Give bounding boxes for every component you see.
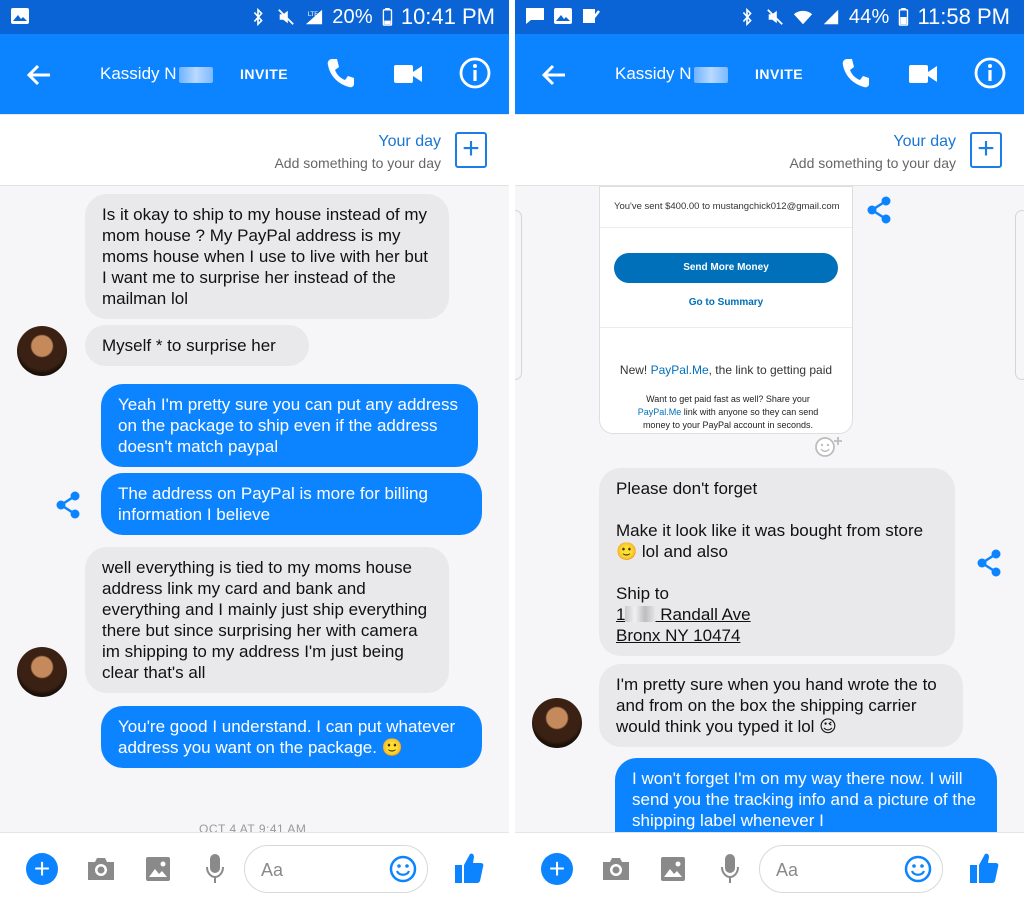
camera-icon[interactable] — [86, 855, 116, 883]
your-day-banner[interactable]: Your day Add something to your day + — [0, 114, 509, 186]
your-day-banner[interactable]: Your day Add something to your day + — [515, 114, 1024, 186]
message-bubble-outgoing[interactable]: Yeah I'm pretty sure you can put any add… — [101, 384, 478, 467]
phone-call-icon[interactable] — [841, 57, 869, 89]
invite-button[interactable]: INVITE — [240, 66, 288, 82]
lte-signal-icon: LTE — [306, 9, 323, 25]
redacted-surname — [178, 66, 213, 83]
phone-call-icon[interactable] — [326, 57, 354, 89]
camera-icon[interactable] — [601, 855, 631, 883]
info-icon[interactable] — [973, 56, 1007, 90]
your-day-subtitle: Add something to your day — [789, 155, 956, 171]
paypal-me-headline: New! PayPal.Me, the link to getting paid — [619, 363, 833, 377]
add-reaction-icon[interactable] — [811, 432, 847, 460]
message-bubble-outgoing[interactable]: You're good I understand. I can put what… — [101, 706, 482, 768]
redacted-house-number — [625, 606, 656, 622]
message-bubble-incoming[interactable]: Myself * to surprise her — [85, 325, 309, 366]
battery-charging-icon — [899, 8, 909, 26]
your-day-title: Your day — [378, 133, 441, 150]
contact-name[interactable]: Kassidy N — [615, 64, 728, 84]
conversation-screenshot-left: LTE 20% 10:41 PM Kassidy N INVITE Your d… — [0, 0, 509, 904]
gallery-notification-icon — [11, 8, 29, 24]
bluetooth-icon — [742, 8, 752, 26]
shipping-address-line-1: 1 Randall Ave — [616, 605, 751, 624]
message-input[interactable]: Aa — [244, 845, 428, 893]
redacted-surname — [693, 66, 728, 83]
messenger-notification-icon — [526, 8, 544, 24]
add-story-button[interactable]: + — [455, 132, 487, 168]
message-line: Please don't forget — [616, 479, 758, 498]
video-call-icon[interactable] — [393, 62, 423, 86]
message-input-placeholder: Aa — [776, 860, 799, 880]
svg-text:LTE: LTE — [308, 11, 318, 18]
message-input[interactable]: Aa — [759, 845, 943, 893]
clock: 10:41 PM — [400, 4, 495, 29]
paypal-sent-notice: You've sent $400.00 to mustangchick012@g… — [614, 201, 840, 212]
more-actions-plus-icon[interactable]: + — [26, 853, 58, 885]
conversation-screenshot-right: 44% 11:58 PM Kassidy N INVITE Your day A… — [515, 0, 1024, 904]
card-divider — [600, 227, 852, 228]
clock: 11:58 PM — [917, 4, 1010, 29]
checklist-notification-icon — [583, 9, 600, 23]
adjacent-card-edge — [1015, 210, 1024, 380]
message-bubble-incoming[interactable]: Please don't forget Make it look like it… — [599, 468, 955, 656]
invite-button[interactable]: INVITE — [755, 66, 803, 82]
message-line: Ship to — [616, 584, 669, 603]
cell-signal-icon — [823, 9, 839, 25]
mute-icon — [766, 9, 783, 25]
gallery-notification-icon — [554, 8, 572, 24]
back-arrow-icon[interactable] — [539, 60, 569, 90]
thumbs-up-icon[interactable] — [969, 851, 999, 885]
adjacent-card-edge — [515, 210, 522, 380]
message-composer: + Aa — [0, 832, 509, 904]
slight-smile-emoji-icon: 🙂 — [616, 542, 638, 561]
share-icon[interactable] — [975, 548, 1003, 578]
more-actions-plus-icon[interactable]: + — [541, 853, 573, 885]
contact-name[interactable]: Kassidy N — [100, 64, 213, 84]
paypal-receipt-card[interactable]: You've sent $400.00 to mustangchick012@g… — [599, 186, 853, 434]
your-day-title: Your day — [893, 133, 956, 150]
message-composer: + Aa — [515, 832, 1024, 904]
video-call-icon[interactable] — [908, 62, 938, 86]
contact-avatar[interactable] — [17, 326, 67, 376]
contact-avatar[interactable] — [532, 698, 582, 748]
shipping-address-line-2: Bronx NY 10474 — [616, 626, 741, 645]
message-line: Make it look like it was bought from sto… — [616, 521, 924, 561]
emoji-icon[interactable] — [904, 855, 932, 883]
message-bubble-incoming[interactable]: Is it okay to ship to my house instead o… — [85, 194, 449, 319]
mute-icon — [278, 9, 295, 25]
bluetooth-icon — [253, 8, 263, 26]
share-icon[interactable] — [54, 490, 82, 520]
paypal-me-promo-text: Want to get paid fast as well? Share you… — [637, 394, 819, 430]
info-icon[interactable] — [458, 56, 492, 90]
message-bubble-incoming[interactable]: well everything is tied to my moms house… — [85, 547, 449, 693]
gallery-icon[interactable] — [659, 855, 687, 883]
microphone-icon[interactable] — [205, 853, 225, 885]
back-arrow-icon[interactable] — [24, 60, 54, 90]
your-day-subtitle: Add something to your day — [274, 155, 441, 171]
add-story-button[interactable]: + — [970, 132, 1002, 168]
conversation-header: Kassidy N INVITE — [515, 34, 1024, 114]
battery-icon — [382, 8, 393, 26]
send-more-money-button[interactable]: Send More Money — [614, 253, 838, 283]
card-divider — [600, 327, 852, 328]
gallery-icon[interactable] — [144, 855, 172, 883]
battery-percent: 44% — [848, 5, 890, 28]
share-icon[interactable] — [865, 195, 893, 225]
thumbs-up-icon[interactable] — [454, 851, 484, 885]
message-bubble-incoming[interactable]: I'm pretty sure when you hand wrote the … — [599, 664, 963, 747]
microphone-icon[interactable] — [720, 853, 740, 885]
contact-avatar[interactable] — [17, 647, 67, 697]
status-bar: LTE 20% 10:41 PM — [0, 0, 509, 34]
conversation-header: Kassidy N INVITE — [0, 34, 509, 114]
wifi-icon — [793, 10, 812, 25]
go-to-summary-link[interactable]: Go to Summary — [600, 297, 852, 308]
battery-percent: 20% — [332, 5, 373, 28]
emoji-icon[interactable] — [389, 855, 417, 883]
message-input-placeholder: Aa — [261, 860, 284, 880]
message-bubble-outgoing[interactable]: The address on PayPal is more for billin… — [101, 473, 482, 535]
status-bar: 44% 11:58 PM — [515, 0, 1024, 34]
